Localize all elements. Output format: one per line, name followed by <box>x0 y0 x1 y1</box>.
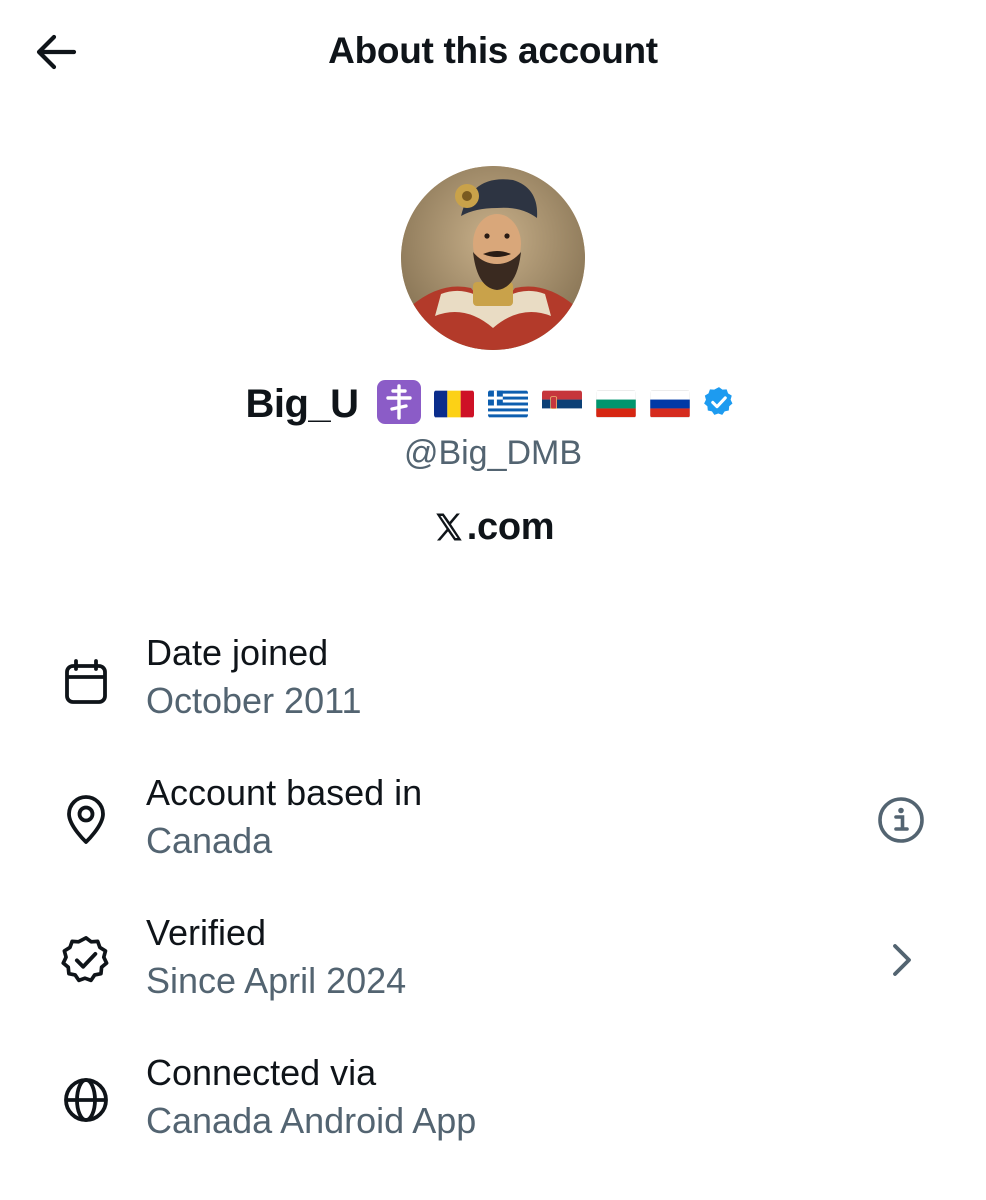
row-value: Canada <box>146 820 273 861</box>
row-connected-via: Connected via Canada Android App <box>0 1052 986 1152</box>
avatar[interactable] <box>401 166 585 350</box>
name-row: Big_U <box>0 376 986 432</box>
row-date-joined: Date joined October 2011 <box>0 632 986 732</box>
page-title: About this account <box>328 30 658 71</box>
flag-bulgaria <box>595 390 636 418</box>
orthodox-cross-icon <box>376 379 422 430</box>
flag-romania <box>433 390 474 418</box>
row-value: October 2011 <box>146 680 362 721</box>
flag-serbia <box>541 390 582 418</box>
row-verified[interactable]: Verified Since April 2024 <box>0 912 986 1012</box>
row-label: Verified <box>146 912 267 953</box>
row-value: Since April 2024 <box>146 960 407 1001</box>
globe-icon <box>60 1074 112 1126</box>
verified-badge-icon[interactable] <box>702 385 736 424</box>
verified-check-icon <box>60 934 112 986</box>
site-text: .com <box>466 505 555 548</box>
handle[interactable]: @Big_DMB <box>0 434 986 473</box>
display-name: Big_U <box>245 381 359 426</box>
row-label: Account based in <box>146 772 423 813</box>
header: About this account <box>0 0 986 105</box>
info-icon[interactable] <box>873 792 929 848</box>
location-pin-icon <box>60 794 112 846</box>
calendar-icon <box>60 657 112 709</box>
flag-greece <box>487 390 528 418</box>
x-logo-icon <box>432 510 466 544</box>
avatar-portrait-image <box>401 166 585 350</box>
flag-russia <box>649 390 690 418</box>
chevron-right-icon[interactable] <box>873 932 929 988</box>
row-label: Date joined <box>146 632 329 673</box>
row-label: Connected via <box>146 1052 377 1093</box>
row-account-based-in: Account based in Canada <box>0 772 986 872</box>
site-link[interactable]: .com <box>0 504 986 550</box>
row-value: Canada Android App <box>146 1100 477 1141</box>
